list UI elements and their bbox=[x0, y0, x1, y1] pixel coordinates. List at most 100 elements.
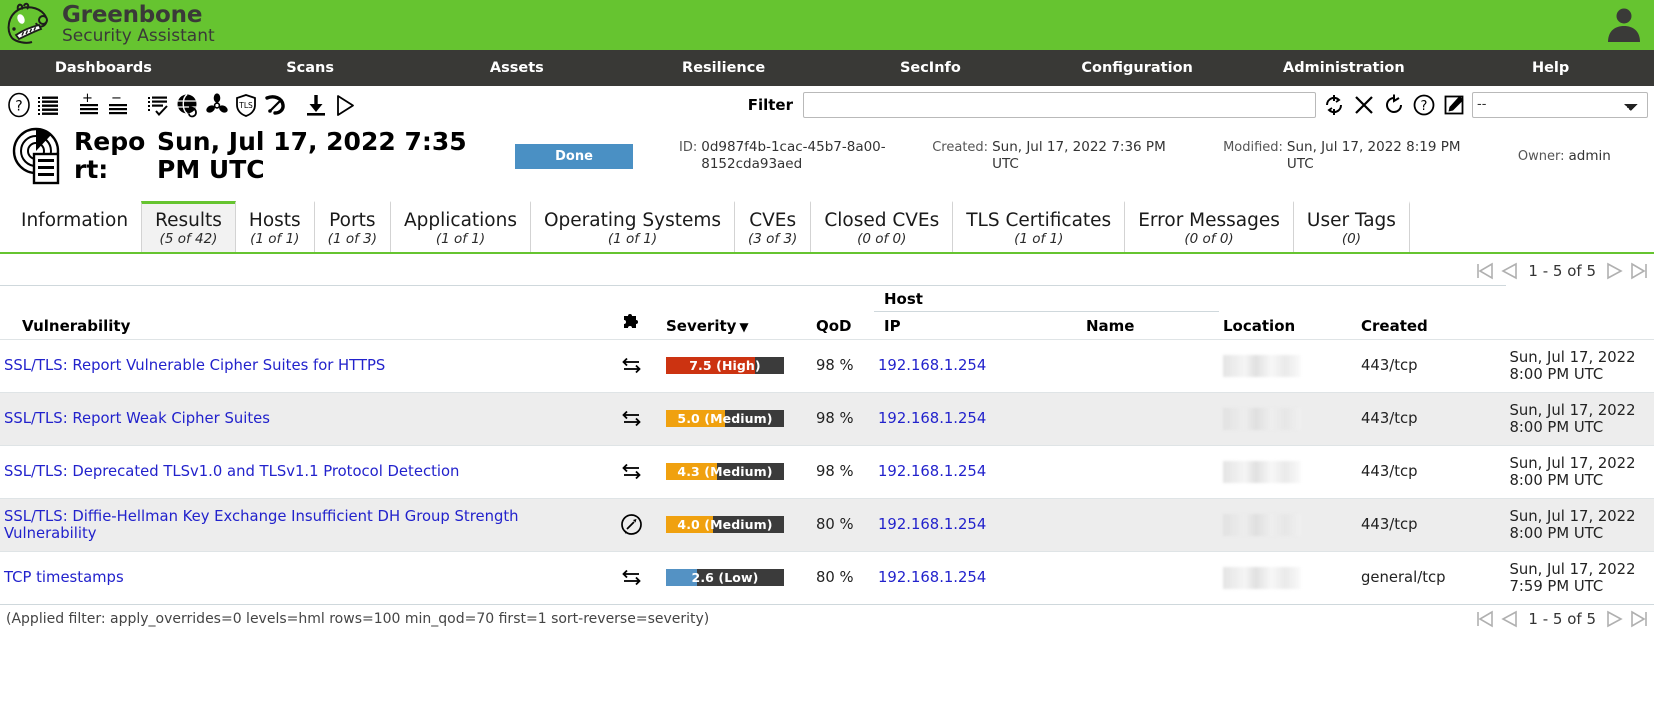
reset-filter-icon[interactable] bbox=[1382, 93, 1406, 117]
tab-cves[interactable]: CVEs (3 of 3) bbox=[734, 201, 811, 252]
previous-page-icon[interactable] bbox=[1499, 610, 1521, 628]
biohazard-icon[interactable] bbox=[204, 92, 230, 118]
tab-closed-cves[interactable]: Closed CVEs (0 of 0) bbox=[810, 201, 953, 252]
header-location[interactable]: Location bbox=[1219, 285, 1357, 339]
tab-error-messages-count: (0 of 0) bbox=[1138, 232, 1280, 248]
cell-location: 443/tcp bbox=[1357, 445, 1506, 498]
tab-error-messages[interactable]: Error Messages (0 of 0) bbox=[1124, 201, 1294, 252]
nav-scans[interactable]: Scans bbox=[207, 50, 414, 86]
nav-configuration[interactable]: Configuration bbox=[1034, 50, 1241, 86]
mitigation-arrows-icon bbox=[619, 353, 644, 378]
header-severity-label: Severity bbox=[666, 317, 736, 335]
header-severity[interactable]: Severity▼ bbox=[662, 285, 812, 339]
nav-resilience[interactable]: Resilience bbox=[620, 50, 827, 86]
host-ip-link[interactable]: 192.168.1.254 bbox=[878, 357, 986, 374]
header-host-ip[interactable]: IP bbox=[874, 312, 1076, 339]
report-owner-key: Owner: bbox=[1518, 149, 1565, 164]
host-ip-link[interactable]: 192.168.1.254 bbox=[878, 516, 986, 533]
results-footer: (Applied filter: apply_overrides=0 level… bbox=[0, 604, 1654, 632]
pagination-top: 1 - 5 of 5 bbox=[0, 254, 1654, 285]
tab-tls-certificates-count: (1 of 1) bbox=[966, 232, 1111, 248]
severity-bar-text: 4.3 (Medium) bbox=[666, 463, 784, 480]
cell-severity: 7.5 (High) bbox=[662, 339, 812, 392]
cell-severity: 2.6 (Low) bbox=[662, 551, 812, 604]
redacted-host-name bbox=[1223, 567, 1301, 589]
vulnerability-link[interactable]: TCP timestamps bbox=[4, 569, 124, 586]
nav-assets[interactable]: Assets bbox=[414, 50, 621, 86]
download-icon[interactable] bbox=[303, 92, 329, 118]
header-host: Host IP Name bbox=[874, 285, 1219, 339]
help-question-icon[interactable]: ? bbox=[6, 92, 32, 118]
svg-text:−: − bbox=[111, 92, 122, 106]
tls-certificates-icon[interactable]: TLS bbox=[233, 92, 259, 118]
last-page-icon[interactable] bbox=[1628, 262, 1650, 280]
header-host-name[interactable]: Name bbox=[1076, 312, 1219, 339]
first-page-icon[interactable] bbox=[1474, 262, 1496, 280]
cell-host-ip: 192.168.1.254 bbox=[874, 445, 1219, 498]
severity-bar: 5.0 (Medium) bbox=[666, 410, 784, 427]
report-modified-key: Modified: bbox=[1223, 140, 1283, 155]
brand-subtitle: Security Assistant bbox=[62, 28, 215, 45]
first-page-icon[interactable] bbox=[1474, 610, 1496, 628]
cell-host-name bbox=[1219, 339, 1357, 392]
update-filter-icon[interactable] bbox=[1322, 93, 1346, 117]
host-ip-link[interactable]: 192.168.1.254 bbox=[878, 410, 986, 427]
user-account-icon[interactable] bbox=[1602, 2, 1646, 46]
last-page-icon[interactable] bbox=[1628, 610, 1650, 628]
cell-host-ip: 192.168.1.254 bbox=[874, 551, 1219, 604]
tab-hosts[interactable]: Hosts (1 of 1) bbox=[235, 201, 315, 252]
tab-information-label: Information bbox=[21, 209, 128, 232]
remove-filter-icon[interactable] bbox=[1352, 93, 1376, 117]
tab-ports[interactable]: Ports (1 of 3) bbox=[314, 201, 391, 252]
header-created[interactable]: Created bbox=[1357, 285, 1506, 339]
workaround-wrench-icon bbox=[619, 512, 644, 537]
tab-results[interactable]: Results (5 of 42) bbox=[141, 201, 236, 252]
vulnerability-link[interactable]: SSL/TLS: Diffie-Hellman Key Exchange Ins… bbox=[4, 508, 519, 542]
cell-solution-type bbox=[600, 551, 662, 604]
trigger-alert-icon[interactable] bbox=[332, 92, 358, 118]
next-page-icon[interactable] bbox=[1603, 262, 1625, 280]
vulnerabilities-icon[interactable] bbox=[175, 92, 201, 118]
nav-help[interactable]: Help bbox=[1447, 50, 1654, 86]
report-modified-group: Modified: Sun, Jul 17, 2022 8:19 PM UTC bbox=[1223, 139, 1472, 173]
result-list-icon[interactable] bbox=[146, 92, 172, 118]
header-qod[interactable]: QoD bbox=[812, 285, 874, 339]
previous-page-icon[interactable] bbox=[1499, 262, 1521, 280]
header-vulnerability[interactable]: Vulnerability bbox=[0, 285, 600, 339]
host-ip-link[interactable]: 192.168.1.254 bbox=[878, 569, 986, 586]
filter-input[interactable] bbox=[803, 92, 1316, 118]
performance-icon[interactable] bbox=[262, 92, 288, 118]
cell-host-name bbox=[1219, 392, 1357, 445]
tab-tls-certificates[interactable]: TLS Certificates (1 of 1) bbox=[952, 201, 1125, 252]
vulnerability-link[interactable]: SSL/TLS: Report Weak Cipher Suites bbox=[4, 410, 270, 427]
tab-operating-systems[interactable]: Operating Systems (1 of 1) bbox=[530, 201, 735, 252]
cell-location: 443/tcp bbox=[1357, 498, 1506, 551]
nav-secinfo[interactable]: SecInfo bbox=[827, 50, 1034, 86]
header-solution-type[interactable] bbox=[600, 285, 662, 339]
report-id-group: ID: 0d987f4b-1cac-45b7-8a00-8152cda93aed bbox=[679, 139, 886, 173]
edit-filter-icon[interactable] bbox=[1442, 93, 1466, 117]
pagination-bottom: 1 - 5 of 5 bbox=[1474, 610, 1650, 628]
tab-applications[interactable]: Applications (1 of 1) bbox=[390, 201, 531, 252]
nav-dashboards[interactable]: Dashboards bbox=[0, 50, 207, 86]
vulnerability-link[interactable]: SSL/TLS: Deprecated TLSv1.0 and TLSv1.1 … bbox=[4, 463, 459, 480]
cell-solution-type bbox=[600, 445, 662, 498]
tab-hosts-label: Hosts bbox=[249, 209, 301, 232]
filter-help-icon[interactable]: ? bbox=[1412, 93, 1436, 117]
status-badge: Done bbox=[515, 144, 633, 169]
remove-from-assets-icon[interactable]: − bbox=[105, 92, 131, 118]
next-page-icon[interactable] bbox=[1603, 610, 1625, 628]
results-table-head: Vulnerability Severity▼ QoD Host IP Name… bbox=[0, 285, 1654, 339]
host-ip-link[interactable]: 192.168.1.254 bbox=[878, 463, 986, 480]
tab-information[interactable]: Information bbox=[8, 201, 142, 252]
tab-ports-count: (1 of 3) bbox=[328, 232, 377, 248]
report-list-icon[interactable] bbox=[35, 92, 61, 118]
nav-administration[interactable]: Administration bbox=[1241, 50, 1448, 86]
results-header-row: Vulnerability Severity▼ QoD Host IP Name… bbox=[0, 285, 1654, 339]
tab-user-tags[interactable]: User Tags (0) bbox=[1293, 201, 1410, 252]
header-host-subrow: IP Name bbox=[874, 312, 1219, 339]
add-to-assets-icon[interactable]: + bbox=[76, 92, 102, 118]
filter-preset-select[interactable]: -- bbox=[1472, 92, 1648, 118]
filter-label: Filter bbox=[748, 96, 793, 114]
vulnerability-link[interactable]: SSL/TLS: Report Vulnerable Cipher Suites… bbox=[4, 357, 385, 374]
